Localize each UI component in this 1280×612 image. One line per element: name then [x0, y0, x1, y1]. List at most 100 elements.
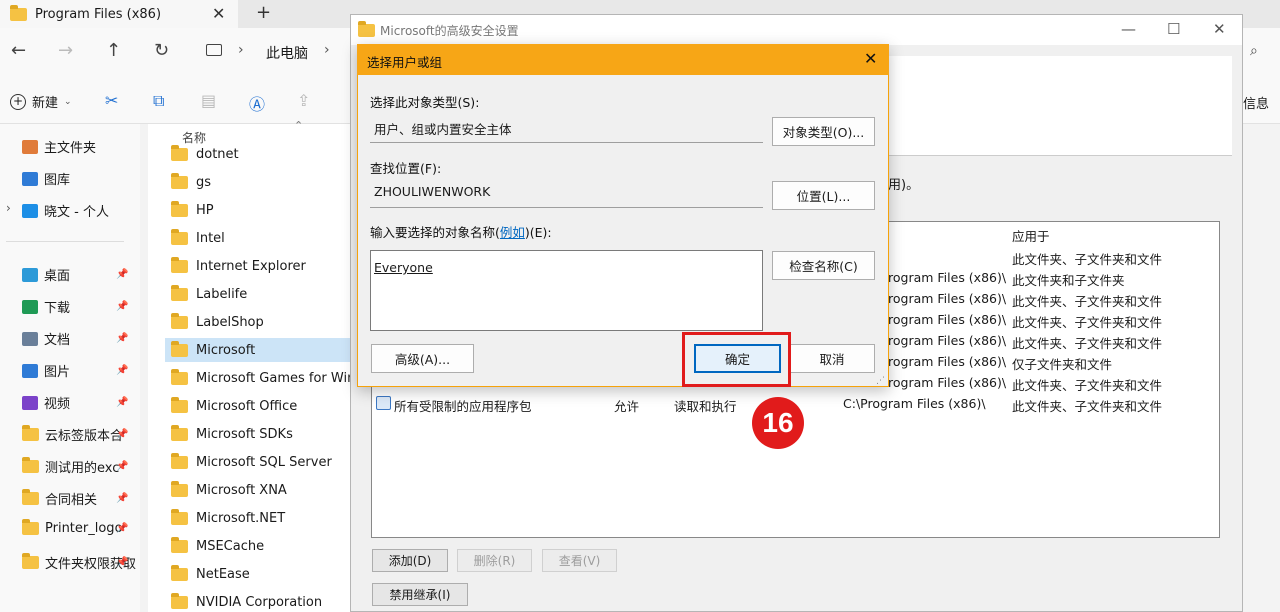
file-row[interactable]: Microsoft.NET: [165, 506, 360, 530]
cloud-icon: [22, 203, 38, 218]
file-row-name: Microsoft SDKs: [196, 426, 293, 442]
file-row[interactable]: Microsoft SDKs: [165, 422, 360, 446]
folder-icon: [358, 21, 375, 37]
paste-icon[interactable]: ▤: [201, 91, 216, 110]
check-names-button[interactable]: 检查名称(C): [772, 251, 875, 280]
file-row[interactable]: Microsoft XNA: [165, 478, 360, 502]
breadcrumb-chevron-icon[interactable]: ›: [324, 42, 330, 58]
back-icon[interactable]: ←: [11, 40, 26, 61]
nav-item[interactable]: 图库: [22, 169, 70, 188]
forward-icon[interactable]: →: [58, 40, 73, 61]
file-row[interactable]: Microsoft Games for Windows: [165, 366, 360, 390]
new-tab-icon[interactable]: +: [256, 2, 271, 23]
nav-item[interactable]: 文件夹权限获取 📌: [22, 553, 136, 572]
locations-button[interactable]: 位置(L)...: [772, 181, 875, 210]
file-row[interactable]: dotnet: [165, 142, 360, 166]
nav-item[interactable]: 晓文 - 个人: [22, 201, 109, 220]
file-row[interactable]: Intel: [165, 226, 360, 250]
new-button-label: 新建: [32, 96, 59, 111]
folder-icon: [171, 256, 188, 273]
copy-icon[interactable]: ⧉: [153, 91, 164, 111]
entry-type: 允许: [614, 399, 640, 414]
pin-icon[interactable]: 📌: [116, 269, 128, 280]
nav-item-label: 下载: [44, 301, 71, 316]
share-icon[interactable]: ⇪: [297, 91, 310, 110]
entry-principal[interactable]: 所有受限制的应用程序包: [394, 396, 532, 415]
file-row[interactable]: LabelShop: [165, 310, 360, 334]
nav-item-label: 云标签版本合: [45, 429, 124, 444]
dialog-close-icon[interactable]: ✕: [864, 49, 877, 68]
tab-close-icon[interactable]: ✕: [212, 4, 225, 23]
object-types-button[interactable]: 对象类型(O)...: [772, 117, 875, 146]
details-button-label[interactable]: 信息: [1243, 93, 1269, 112]
file-row[interactable]: MSECache: [165, 534, 360, 558]
nav-item[interactable]: 合同相关 📌: [22, 489, 128, 508]
cancel-button[interactable]: 取消: [789, 344, 875, 373]
nav-item[interactable]: 图片 📌: [22, 361, 128, 380]
folder-icon: [22, 489, 39, 505]
close-icon[interactable]: ✕: [1213, 20, 1226, 38]
entry-applies-to: 此文件夹、子文件夹和文件: [1012, 336, 1163, 351]
up-icon[interactable]: ↑: [106, 40, 121, 61]
disable-inheritance-button[interactable]: 禁用继承(I): [372, 583, 468, 606]
nav-item[interactable]: 桌面 📌: [22, 265, 128, 284]
file-row[interactable]: Microsoft SQL Server: [165, 450, 360, 474]
expand-chevron-icon[interactable]: ›: [6, 201, 11, 215]
file-row-name: Internet Explorer: [196, 258, 306, 274]
refresh-icon[interactable]: ↻: [154, 40, 169, 61]
pin-icon[interactable]: 📌: [116, 333, 128, 344]
file-row[interactable]: Microsoft Office: [165, 394, 360, 418]
search-icon[interactable]: ⌕: [1250, 43, 1258, 59]
file-row-name: gs: [196, 174, 212, 190]
nav-item[interactable]: 云标签版本合 📌: [22, 425, 128, 444]
add-button[interactable]: 添加(D): [372, 549, 448, 572]
file-row[interactable]: Microsoft: [165, 338, 360, 362]
nav-item[interactable]: 文档 📌: [22, 329, 128, 348]
rename-icon[interactable]: Ⓐ: [249, 91, 265, 115]
cut-icon[interactable]: ✂: [105, 91, 118, 110]
column-header-applies-to[interactable]: 应用于: [1012, 226, 1050, 245]
this-pc-icon[interactable]: [206, 44, 222, 56]
examples-link[interactable]: 例如: [500, 225, 525, 240]
pin-icon[interactable]: 📌: [116, 557, 128, 568]
nav-item[interactable]: 测试用的exc 📌: [22, 457, 128, 476]
resize-grip-icon[interactable]: ⋰: [876, 376, 885, 386]
view-button[interactable]: 查看(V): [542, 549, 617, 572]
object-names-label: 输入要选择的对象名称(例如)(E):: [370, 222, 552, 241]
pin-icon[interactable]: 📌: [116, 429, 128, 440]
maximize-icon[interactable]: ☐: [1167, 20, 1180, 38]
pin-icon[interactable]: 📌: [116, 365, 128, 376]
pin-icon[interactable]: 📌: [116, 493, 128, 504]
document-icon: [22, 331, 38, 346]
folder-icon: [171, 452, 188, 469]
entry-inherited-from: rogram Files (x86)\: [888, 354, 1007, 369]
pin-icon[interactable]: 📌: [116, 523, 128, 534]
file-row[interactable]: NetEase: [165, 562, 360, 586]
folder-icon: [171, 508, 188, 525]
file-row[interactable]: gs: [165, 170, 360, 194]
file-row-name: Microsoft: [196, 342, 256, 358]
breadcrumb-chevron-icon[interactable]: ›: [238, 42, 244, 58]
remove-button[interactable]: 删除(R): [457, 549, 532, 572]
file-row[interactable]: Labelife: [165, 282, 360, 306]
file-row[interactable]: HP: [165, 198, 360, 222]
file-row-name: Microsoft.NET: [196, 510, 286, 526]
chevron-down-icon: ⌄: [64, 96, 72, 107]
nav-item[interactable]: 视频 📌: [22, 393, 128, 412]
advanced-button[interactable]: 高级(A)...: [371, 344, 474, 373]
file-row[interactable]: Internet Explorer: [165, 254, 360, 278]
folder-icon: [22, 425, 39, 441]
nav-item[interactable]: 下载 📌: [22, 297, 128, 316]
nav-item[interactable]: 主文件夹: [22, 137, 96, 156]
breadcrumb-this-pc[interactable]: 此电脑: [266, 43, 308, 63]
pin-icon[interactable]: 📌: [116, 301, 128, 312]
pin-icon[interactable]: 📌: [116, 397, 128, 408]
nav-item-label: 图片: [44, 365, 71, 380]
file-row[interactable]: NVIDIA Corporation: [165, 590, 360, 612]
nav-item[interactable]: Printer_logo 📌: [22, 519, 128, 536]
new-button[interactable]: + 新建 ⌄: [10, 92, 72, 111]
pin-icon[interactable]: 📌: [116, 461, 128, 472]
tab-program-files[interactable]: Program Files (x86): [0, 0, 238, 28]
minimize-icon[interactable]: —: [1121, 20, 1136, 38]
object-names-input[interactable]: Everyone: [370, 250, 763, 331]
